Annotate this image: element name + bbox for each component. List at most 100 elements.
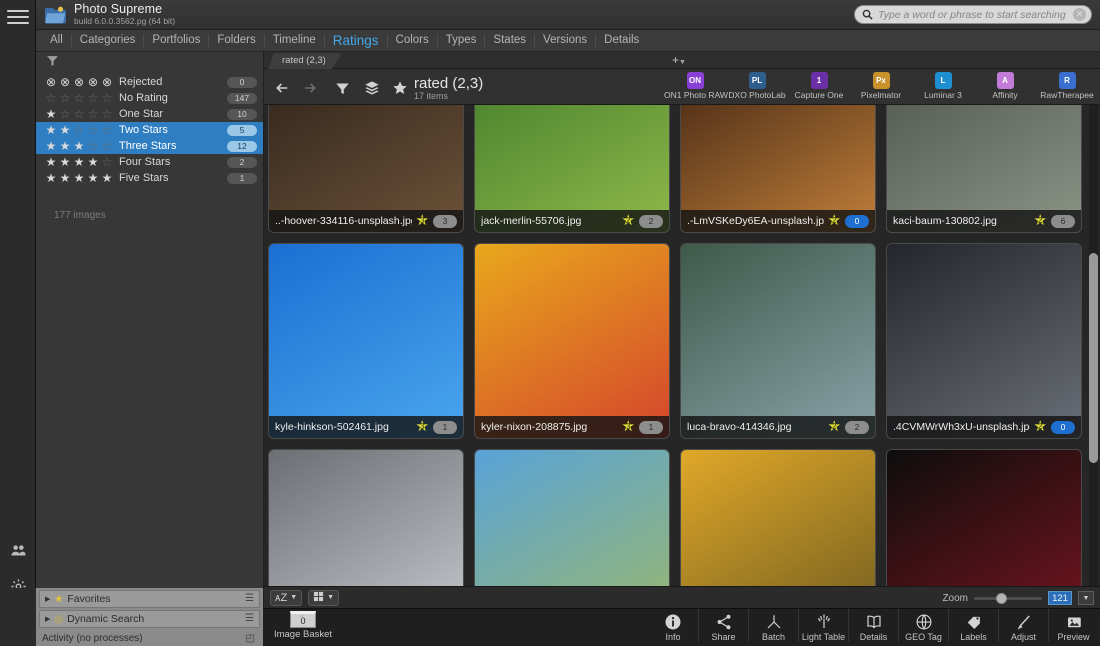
rating-star-badge[interactable]: ★ 2 <box>622 213 635 228</box>
tab-colors[interactable]: Colors <box>388 34 438 47</box>
zoom-preset-dropdown[interactable]: ▼ <box>1078 591 1094 605</box>
tab-timeline[interactable]: Timeline <box>265 34 325 47</box>
external-editor-luminar-3[interactable]: L Luminar 3 <box>912 71 974 100</box>
content-tab-rated[interactable]: rated (2,3) <box>268 53 342 69</box>
sidebar-item-favorites[interactable]: ▶ ★ Favorites ☰ <box>39 590 260 608</box>
sidebar-item-two-stars[interactable]: ★ ★ ☆ ☆ ☆ Two Stars 5 <box>36 122 263 138</box>
bottom-button-geo-tag[interactable]: GEO Tag <box>898 609 948 642</box>
bottom-button-adjust[interactable]: Adjust <box>998 609 1048 642</box>
tab-versions[interactable]: Versions <box>535 34 597 47</box>
tag-icon <box>949 612 998 632</box>
image-basket[interactable]: 0 ▼ Image Basket <box>268 611 338 640</box>
external-editor-pixelmator[interactable]: Px Pixelmator <box>850 71 912 100</box>
star-icon: ☆ <box>59 107 71 121</box>
rating-label: Three Stars <box>119 140 177 152</box>
sidebar-item-four-stars[interactable]: ★ ★ ★ ★ ☆ Four Stars 2 <box>36 154 263 170</box>
tab-details[interactable]: Details <box>596 34 647 47</box>
rating-star-badge[interactable]: ★ 3 <box>622 419 635 434</box>
external-editor-on1-photo-raw[interactable]: ON ON1 Photo RAW <box>664 71 728 100</box>
star-icon: ☆ <box>101 139 113 153</box>
view-mode-button[interactable]: ▼ <box>308 589 340 606</box>
funnel-filter-icon[interactable] <box>46 54 59 72</box>
rating-star-badge[interactable]: ★ 2 <box>1034 213 1047 228</box>
sidebar-item-one-star[interactable]: ★ ☆ ☆ ☆ ☆ One Star 10 <box>36 106 263 122</box>
external-editor-capture-one[interactable]: 1 Capture One <box>788 71 850 100</box>
bottom-button-details[interactable]: Details <box>848 609 898 642</box>
thumbnail-cell[interactable]: nelanie-magdalena-327970.jpg★31 <box>474 449 670 586</box>
bottom-button-info[interactable]: Info <box>648 609 698 642</box>
rating-count-badge: 1 <box>227 172 257 184</box>
expand-panel-icon[interactable]: ◰ <box>246 633 255 644</box>
rating-star-badge[interactable]: ★ 2 <box>828 213 841 228</box>
zoom-slider-knob[interactable] <box>996 593 1007 604</box>
rating-star-value: 3 <box>420 215 425 225</box>
thumbnail-cell[interactable]: ...HWVZvGCEuA-unsplash.jpg★30 <box>268 449 464 586</box>
sidebar-item-rejected[interactable]: ⊗ ⊗ ⊗ ⊗ ⊗ Rejected 0 <box>36 74 263 90</box>
rating-star-badge[interactable]: ★ 2 <box>1034 419 1047 434</box>
thumbnail-filename: .4CVMWrWh3xU-unsplash.jpg <box>893 421 1030 433</box>
star-icon[interactable] <box>390 78 410 98</box>
rating-star-badge[interactable]: ★ 3 <box>416 213 429 228</box>
chevron-down-icon[interactable]: ▼ <box>298 614 305 621</box>
external-editor-affinity[interactable]: A Affinity <box>974 71 1036 100</box>
bottom-button-share[interactable]: Share <box>698 609 748 642</box>
rejected-marks: ⊗ ⊗ ⊗ ⊗ ⊗ <box>44 75 114 89</box>
bottom-button-preview[interactable]: Preview <box>1048 609 1098 642</box>
thumbnail-cell[interactable]: patrick-kool-444610.jpg★35 <box>886 449 1082 586</box>
zoom-value-input[interactable]: 121 <box>1048 591 1072 605</box>
thumbnail-cell[interactable]: kyle-hinkson-502461.jpg ★ 3 1 <box>268 243 464 439</box>
panel-menu-icon[interactable]: ☰ <box>245 614 254 624</box>
people-icon[interactable] <box>0 532 36 568</box>
external-editor-dxo-photolab[interactable]: PL DXO PhotoLab <box>726 71 788 100</box>
sort-order-button[interactable]: ᴀZ ▼ <box>270 589 303 606</box>
hamburger-menu-icon[interactable] <box>7 10 29 26</box>
tab-types[interactable]: Types <box>438 34 486 47</box>
thumbnail-cell[interactable]: .4CVMWrWh3xU-unsplash.jpg ★ 2 0 <box>886 243 1082 439</box>
bottom-button-label: Batch <box>761 632 785 642</box>
thumbnail-cell[interactable]: kaci-baum-130802.jpg ★ 2 6 <box>886 105 1082 233</box>
rating-star-badge[interactable]: ★ 3 <box>416 419 429 434</box>
bottom-button-label: Light Table <box>801 632 846 642</box>
sidebar-item-no-rating[interactable]: ☆ ☆ ☆ ☆ ☆ No Rating 147 <box>36 90 263 106</box>
search-input[interactable]: Type a word or phrase to start searching <box>878 9 1073 21</box>
thumbnail-cell[interactable]: kyler-nixon-208875.jpg ★ 3 1 <box>474 243 670 439</box>
tab-folders[interactable]: Folders <box>209 34 265 47</box>
left-icon-rail <box>0 0 36 646</box>
sidebar-item-three-stars[interactable]: ★ ★ ★ ☆ ☆ Three Stars 12 <box>36 138 263 154</box>
tab-portfolios[interactable]: Portfolios <box>144 34 210 47</box>
thumbnail-image <box>269 244 463 438</box>
thumbnail-cell[interactable]: mi-pham-223464-unsplash.jpg★22 <box>680 449 876 586</box>
thumbnail-cell[interactable]: ..-hoover-334116-unsplash.jpg ★ 3 3 <box>268 105 464 233</box>
activity-label: Activity (no processes) <box>42 633 143 644</box>
thumbnail-cell[interactable]: luca-bravo-414346.jpg ★ 2 2 <box>680 243 876 439</box>
rating-stars: ★ ★ ★ ☆ ☆ <box>44 139 114 153</box>
ratings-sidebar: ⊗ ⊗ ⊗ ⊗ ⊗ Rejected 0 ☆ ☆ ☆ ☆ ☆ No Rating 147 ★ ☆ ☆ ☆ ☆ One … <box>36 52 264 588</box>
tab-ratings[interactable]: Ratings <box>325 34 388 47</box>
rating-star-badge[interactable]: ★ 2 <box>828 419 841 434</box>
bottom-button-batch[interactable]: Batch <box>748 609 798 642</box>
external-editor-rawtherapee[interactable]: R RawTherapee <box>1036 71 1098 100</box>
category-tab-bar: All Categories Portfolios Folders Timeline Ra… <box>36 30 1100 52</box>
bottom-button-labels[interactable]: Labels <box>948 609 998 642</box>
tab-categories[interactable]: Categories <box>72 34 145 47</box>
tab-all[interactable]: All <box>42 34 72 47</box>
panel-menu-icon[interactable]: ☰ <box>245 594 254 604</box>
funnel-filter-icon[interactable] <box>332 78 352 98</box>
layers-icon[interactable] <box>362 78 382 98</box>
clear-circle-icon[interactable]: ✕ <box>1073 8 1086 21</box>
search-box[interactable]: Type a word or phrase to start searching… <box>854 5 1092 24</box>
thumbnail-image <box>681 450 875 586</box>
bottom-button-light-table[interactable]: Light Table <box>798 609 848 642</box>
thumbnail-cell[interactable]: .-LmVSKeDy6EA-unsplash.jpg ★ 2 0 <box>680 105 876 233</box>
zoom-slider[interactable] <box>974 590 1042 606</box>
thumbnail-cell[interactable]: jack-merlin-55706.jpg ★ 2 2 <box>474 105 670 233</box>
star-icon: ☆ <box>101 107 113 121</box>
bottom-toolbar-buttons: Info Share Batch Light Table Details GEO Tag L… <box>648 609 1098 646</box>
sidebar-item-dynamic-search[interactable]: ▶ ◎ Dynamic Search ☰ <box>39 610 260 628</box>
arrow-right-icon[interactable] <box>300 78 320 98</box>
tab-states[interactable]: States <box>485 34 536 47</box>
add-tab-button[interactable]: +▼ <box>672 53 686 70</box>
arrow-left-icon[interactable] <box>272 78 292 98</box>
grid-scrollbar-thumb[interactable] <box>1089 253 1098 463</box>
sidebar-item-five-stars[interactable]: ★ ★ ★ ★ ★ Five Stars 1 <box>36 170 263 186</box>
